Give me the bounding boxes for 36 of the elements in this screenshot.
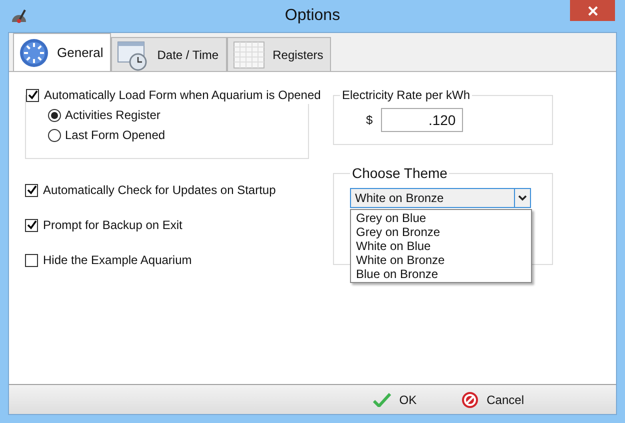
group-title: Choose Theme — [352, 165, 448, 181]
theme-dropdown[interactable]: White on Bronze — [350, 188, 531, 208]
prohibited-icon — [460, 390, 479, 408]
dropdown-option[interactable]: White on Bronze — [351, 253, 531, 267]
checkbox[interactable] — [26, 88, 39, 102]
gauge-icon — [10, 8, 28, 24]
group-title: Electricity Rate per kWh — [342, 88, 470, 102]
tab[interactable]: Date / Time — [111, 37, 227, 71]
dropdown-option[interactable]: Grey on Bronze — [351, 225, 531, 239]
checkbox-label: Prompt for Backup on Exit — [43, 217, 182, 234]
ok-button[interactable]: OK — [371, 390, 419, 408]
currency-label: $ — [366, 112, 373, 129]
dropdown-option[interactable]: Grey on Blue — [351, 211, 531, 225]
tab[interactable]: General — [13, 33, 112, 71]
calendar-clock-icon — [117, 38, 150, 70]
radio-button[interactable] — [48, 108, 61, 122]
checkbox-label: Automatically Check for Updates on Startup — [43, 182, 276, 199]
window-title: Options — [284, 6, 340, 26]
dropdown-option[interactable]: White on Blue — [351, 239, 531, 253]
grid-icon — [232, 40, 265, 68]
checkbox-label: Hide the Example Aquarium — [43, 252, 192, 269]
tab[interactable]: Registers — [226, 37, 332, 71]
sparkle-icon — [19, 38, 49, 68]
rate-field[interactable]: .120 — [380, 108, 463, 132]
checkbox[interactable] — [25, 254, 38, 266]
checkbox-label: Automatically Load Form when Aquarium is Opened — [44, 87, 321, 104]
checkbox[interactable] — [25, 184, 38, 196]
close-button[interactable] — [570, 0, 615, 21]
checkbox[interactable] — [25, 218, 38, 232]
radio-button[interactable] — [48, 128, 61, 142]
radio-label: Activities Register — [65, 107, 160, 124]
dropdown-option[interactable]: Blue on Bronze — [351, 267, 531, 281]
cancel-button[interactable]: Cancel — [458, 390, 526, 408]
close-icon — [588, 6, 598, 16]
checkmark-icon — [373, 392, 392, 406]
radio-label: Last Form Opened — [65, 127, 166, 144]
